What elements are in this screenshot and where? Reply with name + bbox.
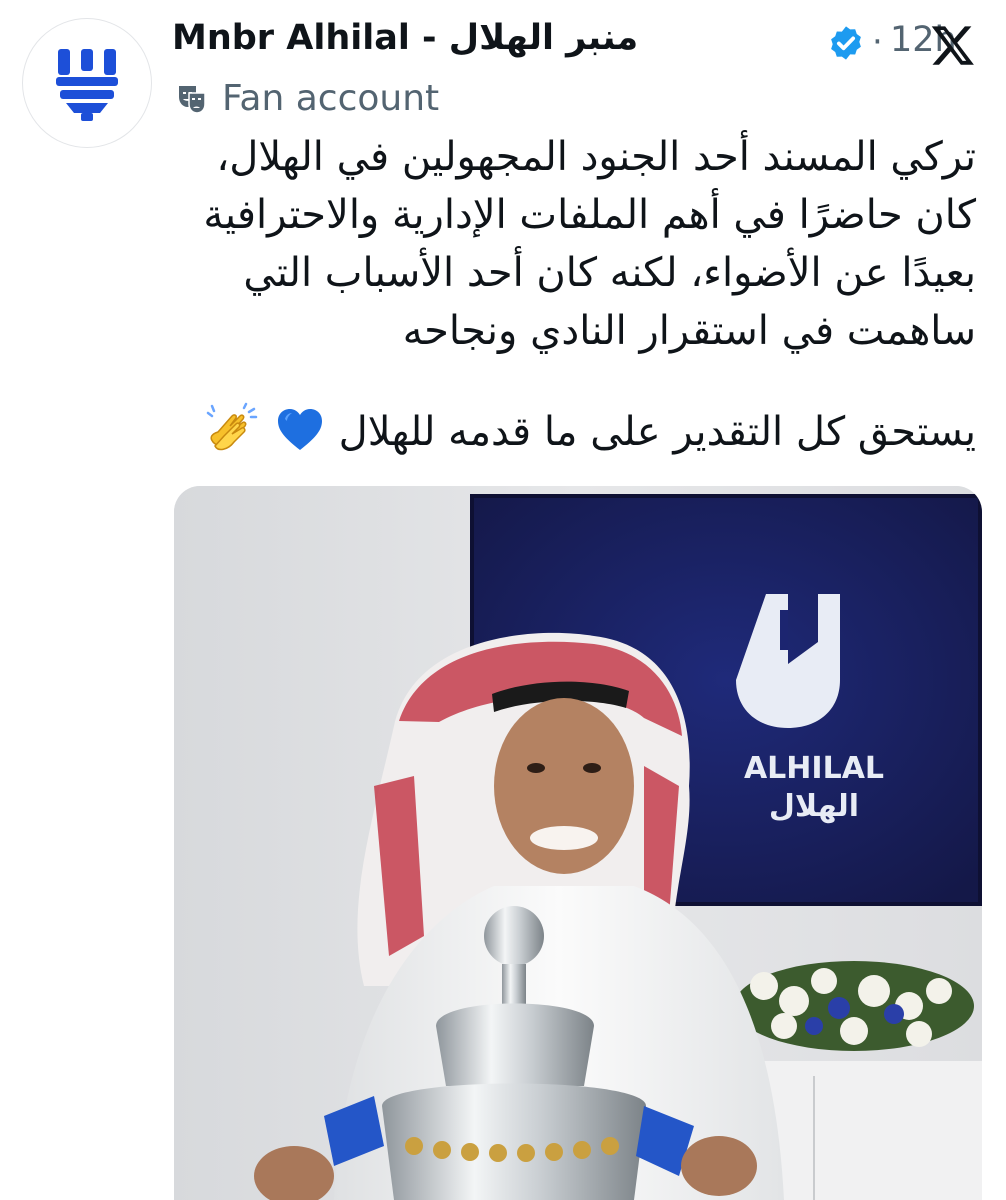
x-logo-icon[interactable] [930,22,976,68]
tweet-text: تركي المسند أحد الجنود المجهولين في الهل… [176,128,976,360]
tweet-text-line: ساهمت في استقرار النادي ونجاحه [402,308,976,354]
alhilal-logo-icon [56,49,118,121]
tweet-photo[interactable]: ALHILAL الهلال [174,486,982,1200]
avatar[interactable] [22,18,152,148]
separator-dot: · [872,22,883,62]
verified-badge-icon [831,26,861,60]
tweet-text-line: كان حاضرًا في أهم الملفات الإدارية والاح… [203,192,976,238]
fan-account-text: Fan account [222,77,440,119]
tweet-text-line: تركي المسند أحد الجنود المجهولين في الهل… [216,134,976,180]
blue-heart-icon [276,407,324,457]
flower-arrangement [734,961,974,1051]
display-name[interactable]: Mnbr Alhilal - منبر الهلال [172,18,638,58]
tweet-header: Mnbr Alhilal - منبر الهلال · 12h [172,14,976,70]
fan-account-label: Fan account [176,76,439,120]
tweet-text-line: بعيدًا عن الأضواء، لكنه كان أحد الأسباب … [243,250,976,296]
tweet-text-line: يستحق كل التقدير على ما قدمه للهلال [338,409,976,455]
tv-logo-english: ALHILAL [744,751,884,786]
theater-masks-icon [179,86,206,114]
tweet-closing-line: يستحق كل التقدير على ما قدمه للهلال [176,400,976,464]
clapping-hands-icon [204,402,260,462]
photo-scene: ALHILAL الهلال [174,486,982,1200]
tv-logo-arabic: الهلال [769,789,859,824]
